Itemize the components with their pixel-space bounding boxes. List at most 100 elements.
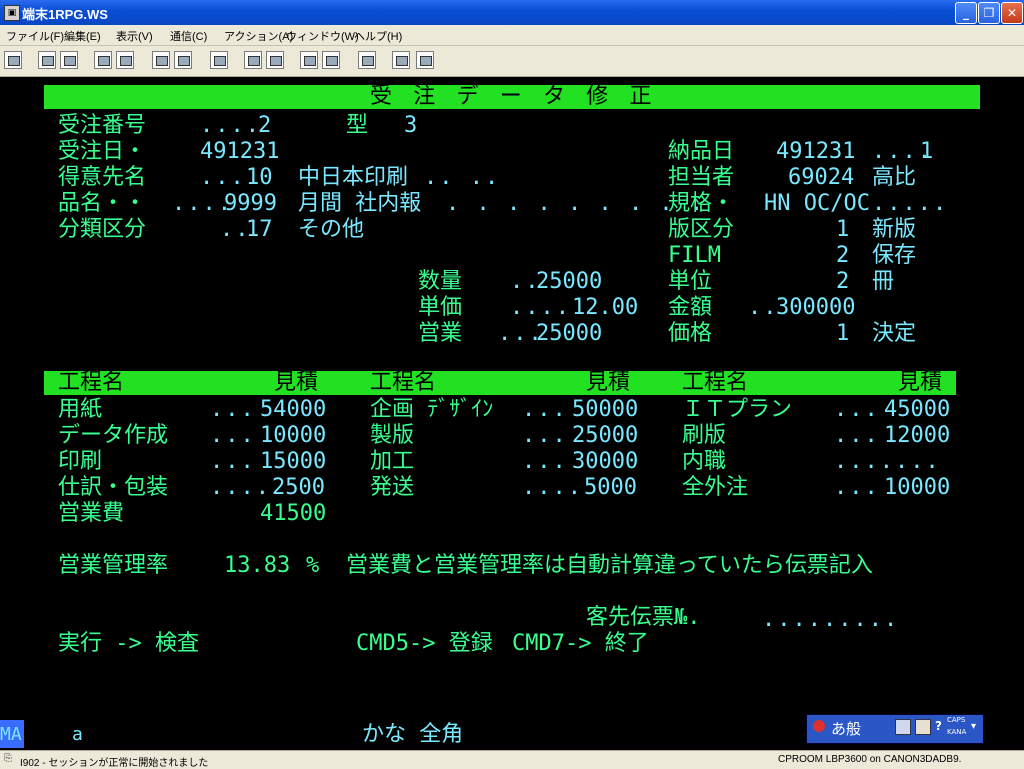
menu-view[interactable]: 表示(V) [116, 28, 153, 44]
ime-mode-label[interactable]: あ般 [831, 718, 861, 739]
amount-dots: .. [748, 295, 779, 320]
customer-name-dots: .. .. [424, 165, 501, 190]
process-col1-value[interactable]: 54000 [260, 397, 326, 423]
toolbar-send-icon[interactable] [94, 51, 112, 69]
ime-bar[interactable]: あ般 ? CAPS KANA ▾ [806, 714, 984, 744]
process-col3-dots: ... [834, 423, 880, 448]
toolbar-keyboard-icon[interactable] [152, 51, 170, 69]
delivery-suffix-field[interactable]: 1 [920, 139, 933, 165]
process-col2-name: 加工 [370, 449, 415, 474]
minimize-button[interactable]: _ [955, 2, 977, 24]
toolbar-paste-icon[interactable] [60, 51, 78, 69]
manager-label: 担当者 [668, 165, 735, 190]
toolbar-copy-icon[interactable] [38, 51, 56, 69]
manager-name-field[interactable]: 高比 [872, 165, 916, 191]
menu-help[interactable]: ヘルプ(H) [354, 28, 402, 44]
slip-label: 客先伝票№. [586, 605, 701, 630]
toolbar-play-icon[interactable] [266, 51, 284, 69]
process-col2-value[interactable]: 5000 [584, 475, 637, 501]
kana-mode: かな 全角 [362, 722, 464, 747]
sales-field[interactable]: 25000 [536, 321, 602, 347]
plate-name-field[interactable]: 新版 [872, 217, 916, 243]
kakaku-code-field[interactable]: 1 [836, 321, 849, 347]
process-col1-name: 仕訳・包装 [58, 475, 169, 500]
plate-label: 版区分 [668, 217, 735, 242]
process-col1-value[interactable]: 15000 [260, 449, 326, 475]
toolbar-macro-icon[interactable] [210, 51, 228, 69]
process-col2-dots: .... [522, 475, 583, 500]
terminal-screen[interactable]: 受 注 デ ー タ 修 正 受注番号 .... 2 型 3 受注日・ 49123… [0, 77, 1024, 750]
price-field[interactable]: 12.00 [572, 295, 638, 321]
app-icon[interactable]: ▣ [4, 5, 20, 21]
status-bar: ⎘ I902 - セッションが正常に開始されました CPROOM LBP3600… [0, 750, 1024, 769]
category-name-field[interactable]: その他 [298, 217, 364, 243]
qty-field[interactable]: 25000 [536, 269, 602, 295]
toolbar-step-icon[interactable] [300, 51, 318, 69]
ime-tool-icon[interactable] [915, 719, 931, 735]
kakaku-name-field[interactable]: 決定 [872, 321, 916, 347]
toolbar-receive-icon[interactable] [116, 51, 134, 69]
ime-help-icon[interactable]: ? [935, 719, 942, 733]
process-col3-value[interactable]: 10000 [884, 475, 950, 501]
slip-field[interactable]: ......... [762, 607, 899, 633]
close-button[interactable]: ✕ [1001, 2, 1023, 24]
toolbar-stop-icon[interactable] [322, 51, 340, 69]
plate-code-field[interactable]: 1 [836, 217, 849, 243]
process-col2-dots: ... [522, 397, 568, 422]
film-name-field[interactable]: 保存 [872, 243, 916, 269]
order-no-dots: .... [200, 113, 261, 138]
unit-code-field[interactable]: 2 [836, 269, 849, 295]
process-col3-value[interactable]: 45000 [884, 397, 950, 423]
order-no-field[interactable]: 2 [258, 113, 271, 139]
exec-label: 実行 -> 検査 [58, 631, 199, 656]
menu-window[interactable]: ウィンドウ(W) [286, 28, 359, 44]
menu-action[interactable]: アクション(A) [224, 28, 293, 44]
process-col1-value[interactable]: 2500 [272, 475, 325, 501]
film-code-field[interactable]: 2 [836, 243, 849, 269]
process-col2-value[interactable]: 25000 [572, 423, 638, 449]
process-col2-value[interactable]: 50000 [572, 397, 638, 423]
process-est-header-1: 見積 [274, 370, 319, 395]
type-label: 型 [346, 113, 369, 138]
order-date-field[interactable]: 491231 [200, 139, 279, 165]
cmd7-label[interactable]: CMD7-> 終了 [512, 631, 649, 657]
process-name-header-1: 工程名 [58, 370, 125, 395]
customer-name-field[interactable]: 中日本印刷 [298, 165, 408, 191]
spec-field[interactable]: HN OC/OC [764, 191, 870, 217]
toolbar-record-icon[interactable] [244, 51, 262, 69]
delivery-date-field[interactable]: 491231 [776, 139, 855, 165]
ime-icon[interactable] [813, 720, 825, 732]
process-col1-dots: ... [210, 397, 256, 422]
menu-file[interactable]: ファイル(F) [6, 28, 64, 44]
toolbar-globe-icon[interactable] [392, 51, 410, 69]
ime-menu-icon[interactable]: ▾ [971, 721, 976, 732]
product-code-field[interactable]: 9999 [224, 191, 277, 217]
process-col1-name: 印刷 [58, 449, 103, 474]
manager-code-field[interactable]: 69024 [788, 165, 854, 191]
process-col2-name: 製版 [370, 423, 415, 448]
toolbar-clipboard-icon[interactable] [358, 51, 376, 69]
amount-field[interactable]: 300000 [776, 295, 855, 321]
product-name-field[interactable]: 月間 社内報 [298, 191, 421, 217]
toolbar-screen-icon[interactable] [4, 51, 22, 69]
process-col3-value[interactable]: 12000 [884, 423, 950, 449]
screen-header: 受 注 デ ー タ 修 正 [370, 84, 656, 109]
category-code-field[interactable]: 17 [246, 217, 273, 243]
menu-comm[interactable]: 通信(C) [170, 28, 207, 44]
process-col2-value[interactable]: 30000 [572, 449, 638, 475]
kakaku-label: 価格 [668, 321, 713, 346]
cmd5-label[interactable]: CMD5-> 登録 [356, 631, 493, 657]
unit-name-field[interactable]: 冊 [872, 269, 894, 295]
toolbar-tag-icon[interactable] [416, 51, 434, 69]
title-bar [0, 0, 1024, 25]
process-col2-dots: ... [522, 423, 568, 448]
customer-code-field[interactable]: 10 [246, 165, 273, 191]
sales-cost-value: 41500 [260, 501, 327, 526]
type-field[interactable]: 3 [404, 113, 417, 139]
process-col1-value[interactable]: 10000 [260, 423, 326, 449]
process-est-header-2: 見積 [586, 370, 631, 395]
maximize-button[interactable]: ❐ [978, 2, 1000, 24]
toolbar-keypad-icon[interactable] [174, 51, 192, 69]
menu-edit[interactable]: 編集(E) [64, 28, 101, 44]
ime-pad-icon[interactable] [895, 719, 911, 735]
